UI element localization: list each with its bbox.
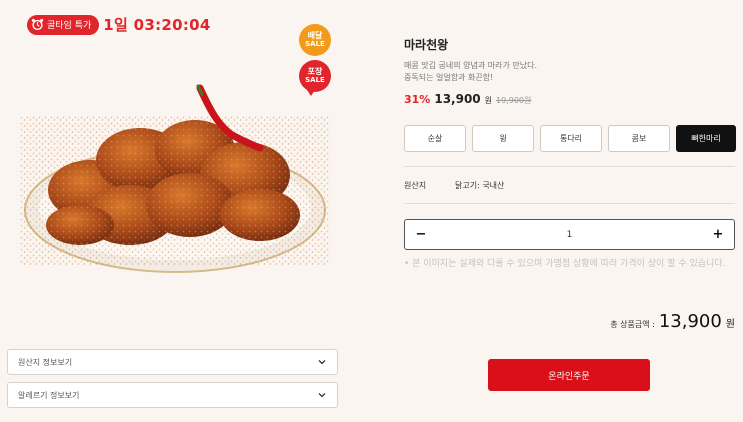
total-amount: 총 상품금액 : 13,900 원 [610,311,735,332]
option-wing[interactable]: 윙 [472,125,534,152]
timer-badge: 골타임 특가 [27,14,100,35]
price-unit: 원 [484,96,493,105]
option-group: 순살 윙 통다리 콤보 뼈한마리 [404,125,736,152]
origin-label: 원산지 [404,181,427,190]
allergy-info-label: 알레르기 정보보기 [18,390,80,400]
total-price: 13,900 [658,311,722,332]
origin-value: 닭고기: 국내산 [455,181,505,190]
chevron-down-icon [318,393,326,398]
option-drumstick[interactable]: 통다리 [540,125,602,152]
pickup-badge-line1: 포장 [307,67,323,76]
allergy-info-accordion[interactable]: 알레르기 정보보기 [7,382,338,408]
product-description: 매콤 맛깁 굽네의 양념과 마라가 만났다. 중독되는 얼얼함과 화끈함! [404,61,538,82]
option-boneless[interactable]: 순살 [404,125,466,152]
timer-badge-label: 골타임 특가 [47,21,92,31]
delivery-sale-badge: 배달 SALE [299,24,331,56]
original-price: 19,900원 [496,96,532,105]
price-row: 31% 13,900 원 19,900원 [404,92,531,106]
discount-rate: 31% [404,93,431,106]
origin-info-label: 원산지 정보보기 [18,357,73,367]
countdown-text: 1일 03:20:04 [103,16,211,34]
quantity-value[interactable]: 1 [567,230,573,240]
increase-button[interactable]: + [710,227,726,242]
decrease-button[interactable]: − [413,227,429,242]
delivery-badge-line2: SALE [305,40,325,48]
divider [404,166,735,167]
option-combo[interactable]: 콤보 [608,125,670,152]
total-unit: 원 [725,319,735,330]
quantity-stepper: − 1 + [404,219,735,250]
chevron-down-icon [318,360,326,365]
origin-info-accordion[interactable]: 원산지 정보보기 [7,349,338,375]
total-label: 총 상품금액 : [610,320,655,329]
option-whole-bone[interactable]: 뼈한마리 [676,125,736,152]
online-order-button[interactable]: 온라인주문 [488,359,650,391]
product-image [20,84,330,273]
divider [404,203,735,204]
special-timer: 골타임 특가 1일 03:20:04 [27,14,211,35]
product-title: 마라천왕 [404,38,449,52]
delivery-badge-line1: 배달 [307,31,323,40]
alarm-clock-icon [31,18,44,31]
sale-price: 13,900 [434,92,481,106]
price-notice: • 본 이미지는 실제와 다를 수 있으며 가맹점 상황에 따라 가격이 상이 … [404,259,726,269]
